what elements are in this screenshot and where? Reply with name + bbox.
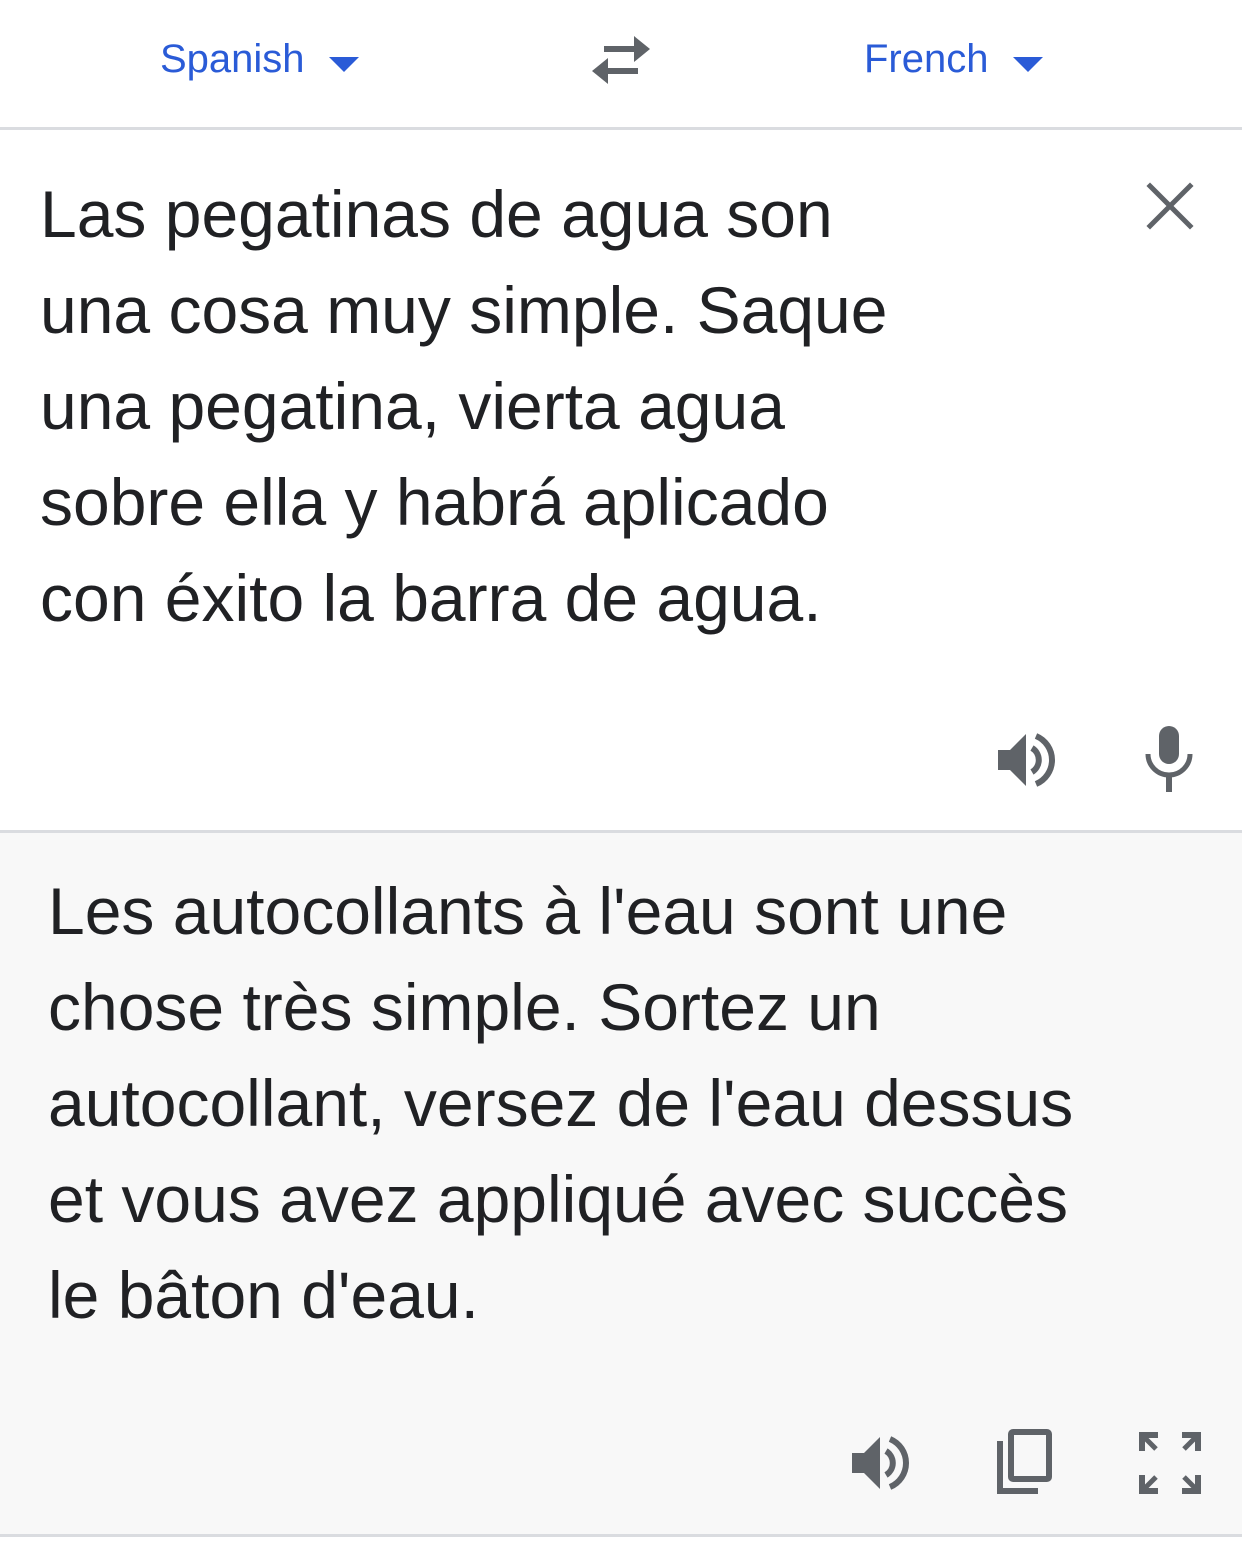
fullscreen-button[interactable] bbox=[1138, 1431, 1202, 1495]
speaker-icon bbox=[852, 1436, 909, 1490]
target-language-label: French bbox=[864, 37, 989, 81]
copy-translation-button[interactable] bbox=[994, 1429, 1054, 1495]
microphone-button[interactable] bbox=[1140, 724, 1198, 794]
language-bar: Spanish French bbox=[0, 0, 1242, 130]
swap-horiz-icon bbox=[592, 36, 650, 84]
copy-icon bbox=[997, 1429, 1052, 1494]
swap-languages-button[interactable] bbox=[586, 30, 656, 90]
source-text-input[interactable]: Las pegatinas de agua son una cosa muy s… bbox=[40, 166, 1000, 646]
target-language-selector[interactable]: French bbox=[864, 34, 1043, 84]
close-icon bbox=[1146, 182, 1194, 230]
translation-listen-button[interactable] bbox=[846, 1429, 914, 1497]
chevron-down-icon bbox=[1012, 56, 1043, 72]
source-panel: Las pegatinas de agua son una cosa muy s… bbox=[0, 130, 1242, 833]
clear-text-button[interactable] bbox=[1140, 176, 1200, 236]
source-language-label: Spanish bbox=[160, 37, 305, 81]
translation-text: Les autocollants à l'eau sont une chose … bbox=[48, 874, 1074, 1332]
chevron-down-icon bbox=[328, 56, 359, 72]
speaker-icon bbox=[998, 733, 1055, 787]
source-listen-button[interactable] bbox=[992, 726, 1060, 794]
microphone-icon bbox=[1145, 726, 1193, 792]
translation-panel: Les autocollants à l'eau sont une chose … bbox=[0, 833, 1242, 1537]
fullscreen-icon bbox=[1139, 1432, 1201, 1494]
source-language-selector[interactable]: Spanish bbox=[160, 34, 359, 84]
